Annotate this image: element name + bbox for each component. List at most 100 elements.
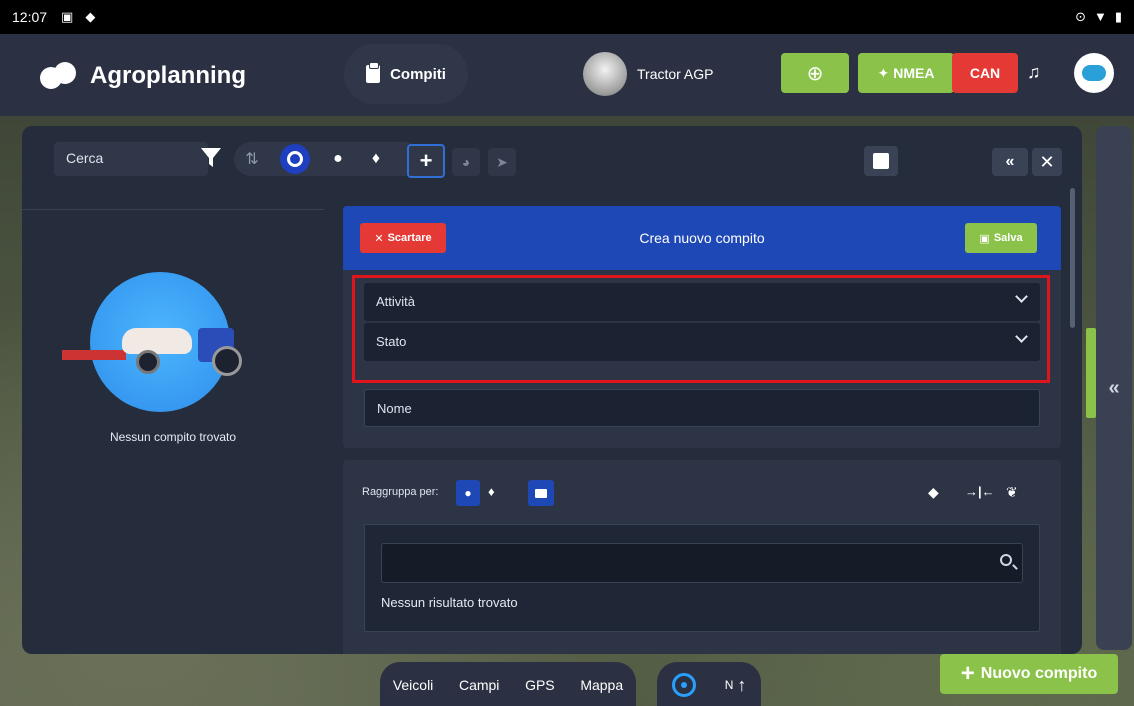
name-input[interactable]: Nome bbox=[364, 389, 1040, 427]
add-task-button[interactable]: + bbox=[407, 144, 445, 178]
locate-target-icon[interactable] bbox=[671, 673, 696, 697]
save-button[interactable]: ▣ Salva bbox=[965, 223, 1037, 253]
empty-state-message: Nessun compito trovato bbox=[109, 430, 237, 444]
vehicle-name: Tractor AGP bbox=[637, 66, 714, 82]
status-select[interactable]: Stato bbox=[364, 323, 1040, 361]
save-icon: ▣ bbox=[979, 232, 990, 245]
grouping-section: Raggruppa per: ● ♦ ◆ →|← ❦ Nessun risult… bbox=[343, 460, 1061, 654]
discard-button[interactable]: ✕ Scartare bbox=[360, 223, 446, 253]
globe-icon: ⊕ bbox=[806, 62, 824, 85]
clipboard-icon bbox=[366, 62, 381, 83]
double-chevron-left-icon: « bbox=[1108, 376, 1120, 399]
close-icon: ✕ bbox=[1039, 151, 1055, 172]
sort-icon[interactable]: ⇅ bbox=[242, 149, 262, 169]
bottom-nav: Veicoli Campi GPS Mappa bbox=[380, 662, 636, 706]
no-results-message: Nessun risultato trovato bbox=[381, 595, 518, 610]
chevron-down-icon bbox=[1015, 330, 1028, 343]
tasks-panel: Cerca ⇅ ● ♦ + ◕ ➤ « ✕ Nessun compito tro… bbox=[22, 126, 1082, 654]
plus-icon: + bbox=[419, 148, 433, 173]
nmea-button[interactable]: ✦ NMEA bbox=[858, 53, 954, 93]
group-results: Nessun risultato trovato bbox=[364, 524, 1040, 632]
nav-item-gps[interactable]: GPS bbox=[525, 677, 555, 693]
group-by-location-icon[interactable]: ♦ bbox=[488, 484, 495, 499]
collapse-panel-button[interactable]: « bbox=[992, 148, 1028, 176]
group-by-user-button[interactable]: ● bbox=[456, 480, 480, 506]
sort-by-time-button[interactable] bbox=[280, 144, 310, 174]
language-button[interactable]: ⊕ bbox=[781, 53, 849, 93]
wifi-icon: ▼ bbox=[1093, 9, 1107, 24]
calendar-icon bbox=[873, 153, 889, 169]
gallery-icon: ▣ bbox=[61, 9, 74, 24]
discard-label: Scartare bbox=[387, 232, 432, 244]
status-select-label: Stato bbox=[376, 334, 407, 349]
group-by-folder-button[interactable] bbox=[528, 480, 554, 506]
nav-item-veicoli[interactable]: Veicoli bbox=[393, 677, 433, 693]
sprayer-illustration bbox=[62, 350, 126, 360]
activity-select[interactable]: Attività bbox=[364, 283, 1040, 321]
map-controls: N ↑ bbox=[657, 662, 761, 706]
sort-by-user-icon[interactable]: ● bbox=[328, 149, 348, 169]
calendar-button[interactable] bbox=[864, 146, 898, 176]
activity-select-label: Attività bbox=[376, 294, 416, 309]
search-icon bbox=[1000, 554, 1012, 566]
save-label: Salva bbox=[993, 232, 1023, 244]
brand-name: Agroplanning bbox=[90, 62, 246, 89]
group-by-label: Raggruppa per: bbox=[362, 486, 439, 498]
scrollbar[interactable] bbox=[1070, 188, 1075, 328]
arrow-up-icon: ↑ bbox=[737, 674, 747, 695]
north-label: N bbox=[724, 678, 734, 692]
close-panel-button[interactable]: ✕ bbox=[1032, 148, 1062, 176]
logo-icon bbox=[40, 62, 82, 90]
nav-item-campi[interactable]: Campi bbox=[459, 677, 499, 693]
vehicle-avatar bbox=[583, 52, 627, 96]
vehicle-selector[interactable]: Tractor AGP bbox=[583, 52, 714, 96]
tab-compiti-label: Compiti bbox=[390, 65, 446, 83]
wheel-illustration bbox=[212, 346, 242, 376]
folder-icon bbox=[535, 488, 547, 498]
side-panel-toggle[interactable]: « bbox=[1096, 126, 1132, 650]
north-indicator[interactable]: N ↑ bbox=[725, 675, 747, 696]
chart-icon[interactable]: ◕ bbox=[452, 148, 480, 176]
location-icon: ⊙ bbox=[1075, 9, 1086, 24]
form-title: Crea nuovo compito bbox=[639, 230, 765, 246]
task-list-empty-state: Nessun compito trovato bbox=[22, 210, 324, 654]
group-search-input[interactable] bbox=[381, 543, 1023, 583]
status-bar: 12:07 ▣ ◆ ⊙ ▼ ▮ bbox=[0, 0, 1134, 34]
sprayer-tank-illustration bbox=[122, 328, 192, 354]
form-header: ✕ Scartare Crea nuovo compito ▣ Salva bbox=[343, 206, 1061, 270]
close-icon: ✕ bbox=[374, 232, 384, 245]
cast-icon: ◆ bbox=[85, 9, 96, 24]
new-task-button[interactable]: + Nuovo compito bbox=[940, 654, 1118, 694]
leaf-icon[interactable]: ❦ bbox=[1006, 484, 1018, 501]
bell-icon[interactable]: ♫ bbox=[1027, 62, 1041, 83]
battery-icon: ▮ bbox=[1114, 9, 1122, 24]
can-label: CAN bbox=[969, 65, 1001, 81]
double-chevron-left-icon: « bbox=[1005, 153, 1015, 170]
user-icon: ● bbox=[464, 486, 472, 500]
tab-compiti[interactable]: Compiti bbox=[344, 44, 468, 104]
panel-toolbar: Cerca ⇅ ● ♦ + ◕ ➤ « ✕ bbox=[22, 126, 1082, 210]
brand-logo: Agroplanning bbox=[40, 62, 246, 90]
nav-item-mappa[interactable]: Mappa bbox=[580, 677, 623, 693]
app-header: Agroplanning Compiti Tractor AGP ⊕ ✦ NME… bbox=[0, 34, 1134, 116]
can-button[interactable]: CAN bbox=[952, 53, 1018, 93]
plus-icon: + bbox=[960, 660, 975, 687]
split-icon[interactable]: →|← bbox=[965, 484, 995, 499]
satellite-icon: ✦ bbox=[877, 64, 890, 81]
send-icon[interactable]: ➤ bbox=[488, 148, 516, 176]
search-input[interactable]: Cerca bbox=[54, 142, 208, 176]
profile-avatar[interactable] bbox=[1074, 53, 1114, 93]
toolbar-divider bbox=[22, 186, 324, 210]
filter-icon[interactable] bbox=[200, 146, 222, 170]
status-time: 12:07 bbox=[12, 9, 48, 25]
status-strip bbox=[1086, 328, 1096, 418]
chevron-down-icon bbox=[1015, 290, 1028, 303]
tag-icon[interactable]: ◆ bbox=[928, 484, 939, 501]
sort-by-location-icon[interactable]: ♦ bbox=[366, 149, 386, 169]
clock-icon bbox=[287, 151, 303, 167]
new-task-label: Nuovo compito bbox=[980, 665, 1098, 682]
wheel-illustration bbox=[136, 350, 160, 374]
nmea-label: NMEA bbox=[893, 65, 935, 81]
create-task-form: ✕ Scartare Crea nuovo compito ▣ Salva At… bbox=[343, 206, 1061, 448]
agroplanning-icon bbox=[1082, 65, 1106, 81]
